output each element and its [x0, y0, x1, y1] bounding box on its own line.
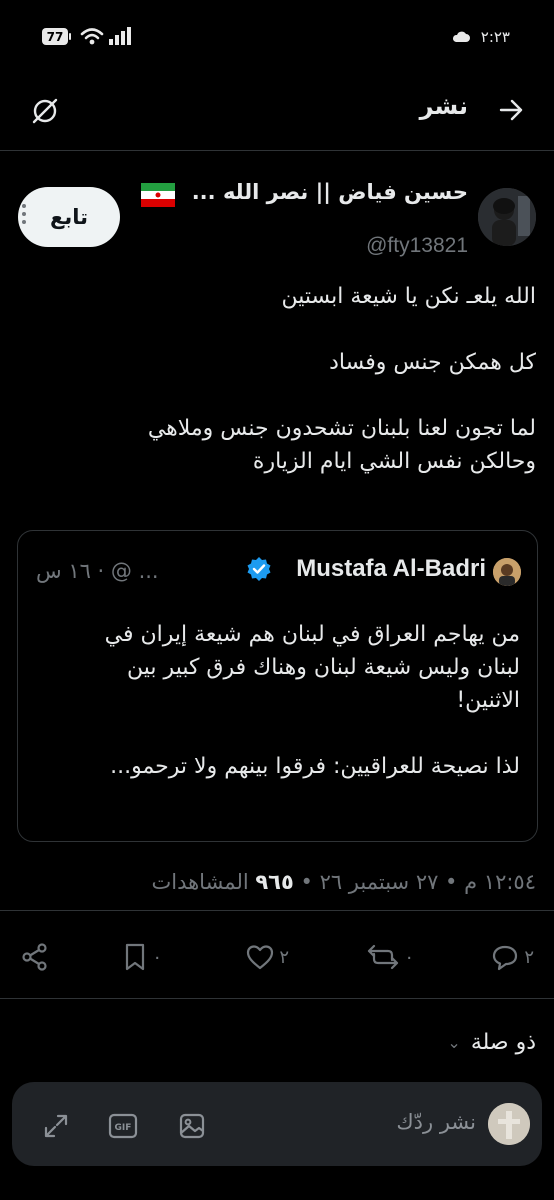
heart-icon — [247, 945, 274, 970]
expand-icon[interactable] — [42, 1112, 70, 1140]
clock: ٢:٢٣ — [480, 28, 510, 46]
views-label: المشاهدات — [151, 870, 256, 894]
like-action[interactable]: ٢ — [245, 940, 289, 974]
page-title: نشر — [419, 92, 468, 120]
tweet-text: الله يلعـ نكن يا شيعة ابستين كل همكن جنس… — [147, 284, 536, 474]
battery-indicator: 77 — [42, 28, 71, 45]
cloud-icon — [452, 31, 470, 42]
grok-icon[interactable] — [30, 96, 60, 126]
user-avatar — [488, 1103, 530, 1145]
related-section-toggle[interactable]: ذو صلة ⌄ — [447, 1030, 536, 1055]
wifi-icon — [80, 28, 104, 45]
timestamp-text: ١٢:٥٤ م • ٢٧ سبتمبر ٢٦ • — [293, 870, 536, 894]
bookmark-action[interactable]: ٠ — [122, 940, 162, 974]
back-arrow-icon[interactable] — [498, 97, 524, 123]
chevron-down-icon: ⌄ — [447, 1033, 461, 1052]
verified-badge-icon — [247, 557, 271, 581]
author-name-text: حسين فياض || نصر الله ... — [191, 180, 468, 204]
author-avatar[interactable] — [478, 188, 536, 246]
actions-divider — [0, 998, 554, 999]
image-icon[interactable] — [178, 1112, 206, 1140]
reply-icon — [493, 945, 518, 971]
share-icon[interactable] — [20, 942, 50, 972]
views-count: ٩٦٥ — [255, 870, 294, 894]
author-handle[interactable]: @fty13821 — [366, 234, 468, 258]
like-count: ٢ — [279, 946, 289, 968]
quoted-author-avatar — [493, 558, 521, 586]
reply-action[interactable]: ٢ — [490, 940, 534, 974]
repost-action[interactable]: ٠ — [366, 940, 414, 974]
tweet-timestamp: ١٢:٥٤ م • ٢٧ سبتمبر ٢٦ • ٩٦٥ المشاهدات — [151, 870, 536, 894]
svg-text:GIF: GIF — [115, 1123, 132, 1133]
header-divider — [0, 150, 554, 151]
bookmark-icon — [126, 943, 145, 971]
meta-divider — [0, 910, 554, 911]
signal-icon — [109, 27, 131, 45]
status-bar: 77 ٢:٢٣ — [0, 0, 554, 70]
iran-flag-icon — [141, 183, 175, 207]
repost-icon — [368, 944, 399, 970]
more-options-icon[interactable] — [21, 204, 27, 230]
reply-count: ٢ — [524, 946, 534, 968]
quoted-meta: ... ‎@ · ١٦ س — [36, 559, 159, 583]
follow-button[interactable]: تابع — [18, 187, 120, 247]
gif-icon[interactable]: GIF — [108, 1112, 138, 1140]
quoted-author-name: Mustafa Al-Badri — [296, 555, 486, 582]
reply-placeholder: نشر ردّك — [396, 1110, 476, 1134]
author-name[interactable]: حسين فياض || نصر الله ... — [192, 180, 468, 204]
repost-count: ٠ — [404, 946, 414, 968]
quoted-text: من يهاجم العراق في لبنان هم شيعة إيران ف… — [104, 622, 520, 779]
reply-input[interactable]: نشر ردّك — [396, 1110, 476, 1134]
bookmark-count: ٠ — [152, 946, 162, 968]
related-label: ذو صلة — [470, 1030, 536, 1055]
